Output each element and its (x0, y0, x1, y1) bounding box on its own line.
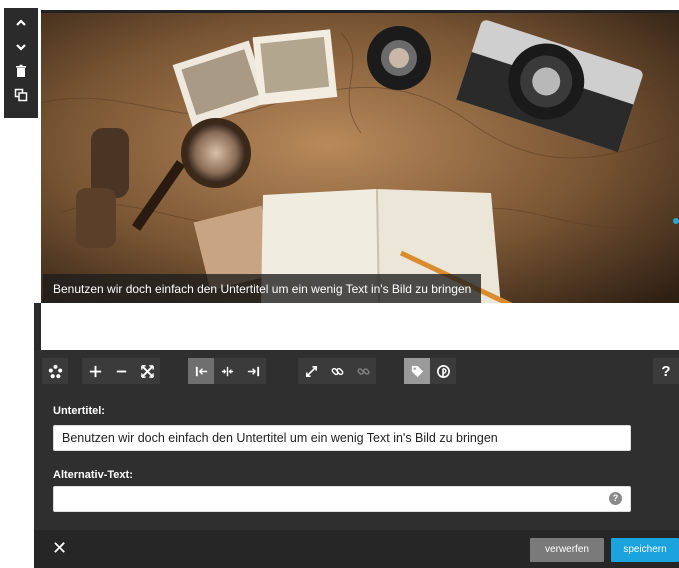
subtitle-input[interactable]: Benutzen wir doch einfach den Untertitel… (53, 425, 631, 451)
resize-handle[interactable] (673, 218, 679, 224)
toolbar-group-align (188, 358, 266, 384)
pinterest-button[interactable] (430, 358, 456, 384)
chevron-up-icon (16, 19, 26, 26)
alt-text-label: Alternativ-Text: (53, 469, 133, 481)
zoom-in-button[interactable] (82, 358, 108, 384)
help-button[interactable]: ? (653, 358, 679, 384)
toolbar-group-social (404, 358, 456, 384)
image-editor-panel: ? Untertitel: Benutzen wir doch einfach … (34, 350, 679, 568)
image-caption-overlay: Benutzen wir doch einfach den Untertitel… (43, 274, 482, 304)
fit-button[interactable] (134, 358, 160, 384)
align-center-button[interactable] (214, 358, 240, 384)
image-bottom-spacing (41, 303, 679, 350)
toolbar-group-zoom (82, 358, 160, 384)
move-down-button[interactable] (9, 36, 33, 58)
toolbar-group-change (42, 358, 68, 384)
move-up-button[interactable] (9, 12, 33, 34)
align-left-icon (195, 366, 207, 376)
subtitle-label: Untertitel: (53, 405, 105, 417)
toolbar-group-links (298, 358, 376, 384)
delete-button[interactable] (9, 60, 33, 82)
change-image-button[interactable] (42, 358, 68, 384)
chevron-down-icon (16, 44, 26, 51)
tag-button[interactable] (404, 358, 430, 384)
editor-footer: ✕ verwerfen speichern (34, 530, 679, 568)
fullscreen-icon (305, 365, 317, 377)
travel-desk-photo (41, 13, 679, 306)
link-icon (331, 367, 343, 375)
align-center-icon (221, 366, 233, 376)
align-right-button[interactable] (240, 358, 266, 384)
change-image-icon (48, 364, 62, 378)
trash-icon (16, 64, 26, 77)
discard-button[interactable]: verwerfen (530, 538, 604, 562)
alt-text-input[interactable]: ? (53, 486, 631, 512)
link-button[interactable] (324, 358, 350, 384)
align-left-button[interactable] (188, 358, 214, 384)
image-toolbar: ? (34, 350, 679, 394)
zoom-out-icon (116, 370, 126, 372)
unlink-icon (356, 367, 370, 375)
zoom-in-icon (89, 365, 101, 377)
unlink-button[interactable] (350, 358, 376, 384)
image-block[interactable]: Benutzen wir doch einfach den Untertitel… (41, 10, 679, 306)
fullscreen-button[interactable] (298, 358, 324, 384)
tag-icon (411, 365, 423, 377)
fit-icon (140, 364, 154, 378)
pinterest-icon (436, 364, 450, 378)
editor-left-edge (34, 303, 41, 350)
zoom-out-button[interactable] (108, 358, 134, 384)
alt-text-help-icon[interactable]: ? (609, 492, 622, 505)
block-side-toolbar (4, 8, 38, 118)
save-button[interactable]: speichern (611, 538, 679, 562)
align-right-icon (247, 366, 259, 376)
copy-icon (14, 88, 28, 102)
duplicate-button[interactable] (9, 84, 33, 106)
close-button[interactable]: ✕ (52, 538, 72, 558)
